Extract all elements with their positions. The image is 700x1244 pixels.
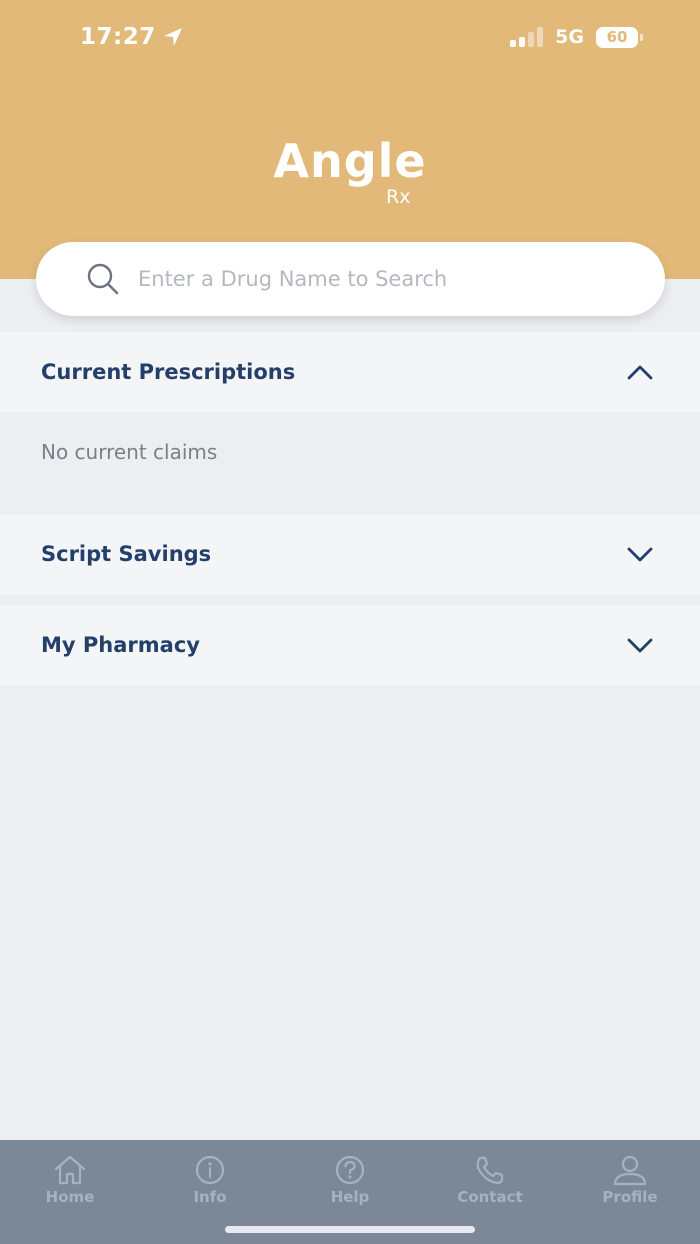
signal-icon xyxy=(510,27,544,47)
search-icon xyxy=(86,261,122,297)
tab-label: Help xyxy=(330,1188,370,1206)
section-title: My Pharmacy xyxy=(41,633,200,657)
tab-label: Contact xyxy=(457,1188,523,1206)
logo-main-text: Angle xyxy=(273,134,427,188)
help-icon xyxy=(335,1155,365,1185)
empty-claims-text: No current claims xyxy=(41,440,218,464)
search-bar[interactable] xyxy=(36,242,665,316)
tab-info[interactable]: Info xyxy=(140,1154,280,1206)
location-arrow-icon xyxy=(163,28,182,46)
section-my-pharmacy[interactable]: My Pharmacy xyxy=(0,605,700,685)
phone-icon xyxy=(476,1156,504,1185)
battery-icon: 60 xyxy=(596,26,643,48)
network-type: 5G xyxy=(555,26,584,48)
status-indicators: 5G 60 xyxy=(510,26,643,48)
tab-profile[interactable]: Profile xyxy=(560,1154,700,1206)
section-title: Script Savings xyxy=(41,542,212,566)
chevron-down-icon[interactable] xyxy=(626,544,654,564)
section-current-prescriptions[interactable]: Current Prescriptions xyxy=(0,332,700,412)
home-indicator[interactable] xyxy=(225,1226,475,1233)
tab-label: Profile xyxy=(602,1188,658,1206)
home-icon xyxy=(54,1155,86,1185)
section-title: Current Prescriptions xyxy=(41,360,296,384)
chevron-down-icon[interactable] xyxy=(626,635,654,655)
battery-level: 60 xyxy=(606,28,628,46)
app-header: 17:27 5G 60 Angle Rx xyxy=(0,0,700,279)
status-time: 17:27 xyxy=(80,24,184,50)
info-icon xyxy=(195,1155,225,1185)
chevron-up-icon[interactable] xyxy=(626,362,654,382)
tab-home[interactable]: Home xyxy=(0,1154,140,1206)
logo-sub-text: Rx xyxy=(386,186,411,208)
status-time-text: 17:27 xyxy=(80,24,156,50)
profile-icon xyxy=(613,1155,647,1186)
tab-label: Home xyxy=(45,1188,95,1206)
tab-help[interactable]: Help xyxy=(280,1154,420,1206)
search-input[interactable] xyxy=(136,266,640,292)
tab-label: Info xyxy=(193,1188,227,1206)
tab-contact[interactable]: Contact xyxy=(420,1154,560,1206)
app-logo: Angle Rx xyxy=(0,134,700,208)
section-script-savings[interactable]: Script Savings xyxy=(0,514,700,594)
